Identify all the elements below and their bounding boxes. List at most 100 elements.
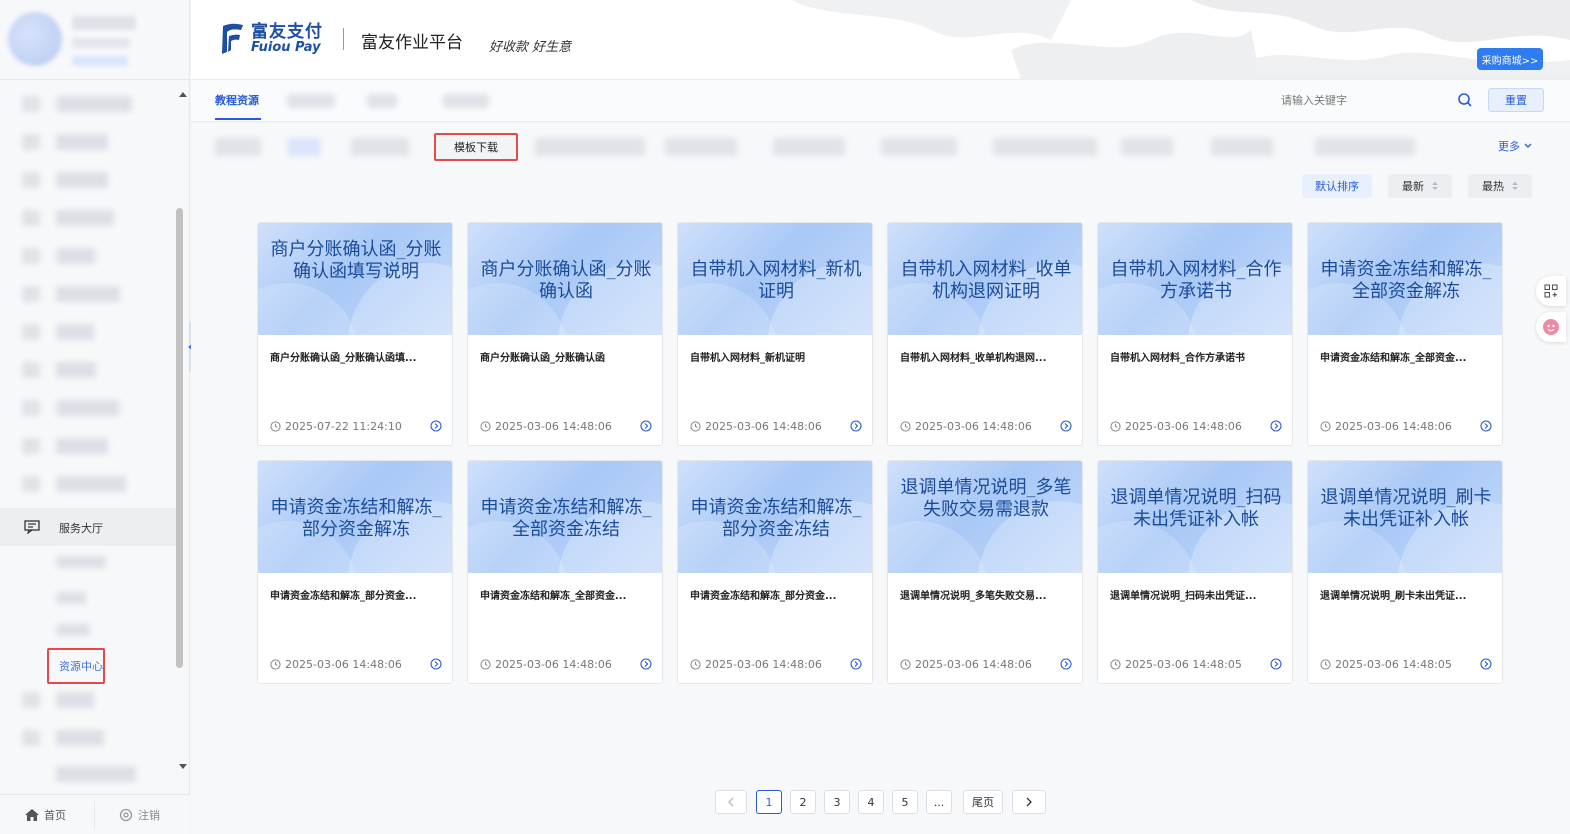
resource-card[interactable]: 退调单情况说明_刷卡未出凭证补入帐 退调单情况说明_刷卡未出凭证... 2025… [1307, 460, 1503, 684]
tab-tutorial-resources[interactable]: 教程资源 [215, 92, 259, 108]
user-profile[interactable] [0, 0, 190, 80]
category-redacted[interactable] [351, 138, 409, 156]
category-template-download[interactable]: 模板下载 [434, 133, 518, 161]
tab-redacted[interactable] [287, 94, 335, 108]
sidebar-item-redacted[interactable] [56, 692, 94, 708]
open-arrow-icon[interactable] [1060, 420, 1072, 432]
sidebar-item-redacted[interactable] [56, 400, 120, 416]
resource-card[interactable]: 自带机入网材料_合作方承诺书 自带机入网材料_合作方承诺书 2025-03-06… [1097, 222, 1293, 446]
card-thumbnail[interactable]: 商户分账确认函_分账确认函填写说明 [258, 223, 452, 335]
assistant-float-button[interactable] [1536, 312, 1566, 342]
resource-card[interactable]: 退调单情况说明_多笔失败交易需退款 退调单情况说明_多笔失败交易... 2025… [887, 460, 1083, 684]
sidebar-item-redacted[interactable] [56, 324, 94, 340]
resource-card[interactable]: 商户分账确认函_分账确认函 商户分账确认函_分账确认函 2025-03-06 1… [467, 222, 663, 446]
card-thumbnail[interactable]: 商户分账确认函_分账确认函 [468, 223, 662, 335]
card-thumbnail[interactable]: 申请资金冻结和解冻_全部资金冻结 [468, 461, 662, 573]
scroll-thumb[interactable] [176, 208, 183, 668]
card-title[interactable]: 申请资金冻结和解冻_全部资金... [480, 587, 652, 602]
open-arrow-icon[interactable] [1270, 420, 1282, 432]
category-redacted[interactable] [881, 138, 957, 156]
tab-redacted[interactable] [367, 94, 397, 108]
last-page-button[interactable]: 尾页 [963, 790, 1003, 814]
category-redacted[interactable] [773, 138, 845, 156]
open-arrow-icon[interactable] [850, 420, 862, 432]
sidebar-item-resource-center[interactable]: 资源中心 [59, 658, 103, 674]
page-button-4[interactable]: 4 [858, 790, 884, 814]
open-arrow-icon[interactable] [1480, 658, 1492, 670]
sidebar-item-redacted[interactable] [56, 210, 114, 226]
next-page-button[interactable] [1012, 790, 1046, 814]
category-redacted[interactable] [287, 138, 321, 156]
resource-card[interactable]: 自带机入网材料_新机证明 自带机入网材料_新机证明 2025-03-06 14:… [677, 222, 873, 446]
resource-card[interactable]: 申请资金冻结和解冻_全部资金解冻 申请资金冻结和解冻_全部资金... 2025-… [1307, 222, 1503, 446]
resource-card[interactable]: 申请资金冻结和解冻_部分资金解冻 申请资金冻结和解冻_部分资金... 2025-… [257, 460, 453, 684]
open-arrow-icon[interactable] [640, 658, 652, 670]
page-button-5[interactable]: 5 [892, 790, 918, 814]
card-thumbnail[interactable]: 自带机入网材料_新机证明 [678, 223, 872, 335]
page-ellipsis[interactable]: ... [926, 790, 952, 814]
resource-card[interactable]: 申请资金冻结和解冻_全部资金冻结 申请资金冻结和解冻_全部资金... 2025-… [467, 460, 663, 684]
card-thumbnail[interactable]: 自带机入网材料_合作方承诺书 [1098, 223, 1292, 335]
tab-redacted[interactable] [443, 94, 489, 108]
card-thumbnail[interactable]: 申请资金冻结和解冻_部分资金冻结 [678, 461, 872, 573]
page-button-3[interactable]: 3 [824, 790, 850, 814]
sidebar-item-redacted[interactable] [56, 134, 108, 150]
page-button-1[interactable]: 1 [756, 790, 782, 814]
open-arrow-icon[interactable] [640, 420, 652, 432]
sidebar-item-redacted[interactable] [56, 286, 120, 302]
sidebar-item-redacted[interactable] [56, 438, 108, 454]
card-thumbnail[interactable]: 退调单情况说明_多笔失败交易需退款 [888, 461, 1082, 573]
more-categories-button[interactable]: 更多 [1498, 138, 1532, 154]
resource-card[interactable]: 商户分账确认函_分账确认函填写说明 商户分账确认函_分账确认函填... 2025… [257, 222, 453, 446]
card-title[interactable]: 自带机入网材料_收单机构退网... [900, 349, 1072, 364]
category-redacted[interactable] [665, 138, 737, 156]
purchase-mall-button[interactable]: 采购商城>> [1477, 48, 1543, 70]
sidebar-item-redacted[interactable] [56, 172, 108, 188]
card-title[interactable]: 商户分账确认函_分账确认函 [480, 349, 652, 364]
resource-card[interactable]: 申请资金冻结和解冻_部分资金冻结 申请资金冻结和解冻_部分资金... 2025-… [677, 460, 873, 684]
card-title[interactable]: 退调单情况说明_扫码未出凭证... [1110, 587, 1282, 602]
page-button-2[interactable]: 2 [790, 790, 816, 814]
sidebar-item-redacted[interactable] [56, 96, 132, 112]
apps-float-button[interactable] [1536, 276, 1566, 306]
card-thumbnail[interactable]: 自带机入网材料_收单机构退网证明 [888, 223, 1082, 335]
category-redacted[interactable] [535, 138, 645, 156]
category-redacted[interactable] [215, 138, 261, 156]
logout-button[interactable]: 注销 [118, 807, 160, 823]
search-input[interactable] [1281, 90, 1481, 112]
home-button[interactable]: 首页 [24, 807, 66, 823]
search-icon[interactable] [1457, 92, 1473, 108]
sort-hottest-button[interactable]: 最热 [1468, 174, 1532, 198]
scroll-up-arrow-icon[interactable] [179, 92, 187, 97]
card-thumbnail[interactable]: 退调单情况说明_扫码未出凭证补入帐 [1098, 461, 1292, 573]
card-title[interactable]: 申请资金冻结和解冻_全部资金... [1320, 349, 1492, 364]
sidebar-subitem-redacted[interactable] [56, 556, 106, 568]
sidebar-item-redacted[interactable] [56, 362, 96, 378]
card-title[interactable]: 商户分账确认函_分账确认函填... [270, 349, 442, 364]
sidebar-item-redacted[interactable] [56, 766, 136, 782]
card-thumbnail[interactable]: 退调单情况说明_刷卡未出凭证补入帐 [1308, 461, 1502, 573]
resource-card[interactable]: 自带机入网材料_收单机构退网证明 自带机入网材料_收单机构退网... 2025-… [887, 222, 1083, 446]
sidebar-subitem-redacted[interactable] [56, 592, 86, 604]
category-redacted[interactable] [1121, 138, 1173, 156]
sidebar-item-redacted[interactable] [56, 476, 126, 492]
card-title[interactable]: 退调单情况说明_刷卡未出凭证... [1320, 587, 1492, 602]
card-thumbnail[interactable]: 申请资金冻结和解冻_全部资金解冻 [1308, 223, 1502, 335]
open-arrow-icon[interactable] [430, 420, 442, 432]
sidebar-item-redacted[interactable] [56, 730, 104, 746]
sort-default-button[interactable]: 默认排序 [1302, 174, 1372, 198]
open-arrow-icon[interactable] [1270, 658, 1282, 670]
open-arrow-icon[interactable] [1060, 658, 1072, 670]
prev-page-button[interactable] [715, 790, 747, 814]
card-title[interactable]: 自带机入网材料_新机证明 [690, 349, 862, 364]
category-redacted[interactable] [993, 138, 1097, 156]
sidebar-scrollbar[interactable] [176, 88, 190, 778]
card-thumbnail[interactable]: 申请资金冻结和解冻_部分资金解冻 [258, 461, 452, 573]
sidebar-subitem-redacted[interactable] [56, 624, 90, 636]
card-title[interactable]: 申请资金冻结和解冻_部分资金... [690, 587, 862, 602]
open-arrow-icon[interactable] [850, 658, 862, 670]
category-redacted[interactable] [1211, 138, 1273, 156]
resource-card[interactable]: 退调单情况说明_扫码未出凭证补入帐 退调单情况说明_扫码未出凭证... 2025… [1097, 460, 1293, 684]
open-arrow-icon[interactable] [430, 658, 442, 670]
card-title[interactable]: 申请资金冻结和解冻_部分资金... [270, 587, 442, 602]
